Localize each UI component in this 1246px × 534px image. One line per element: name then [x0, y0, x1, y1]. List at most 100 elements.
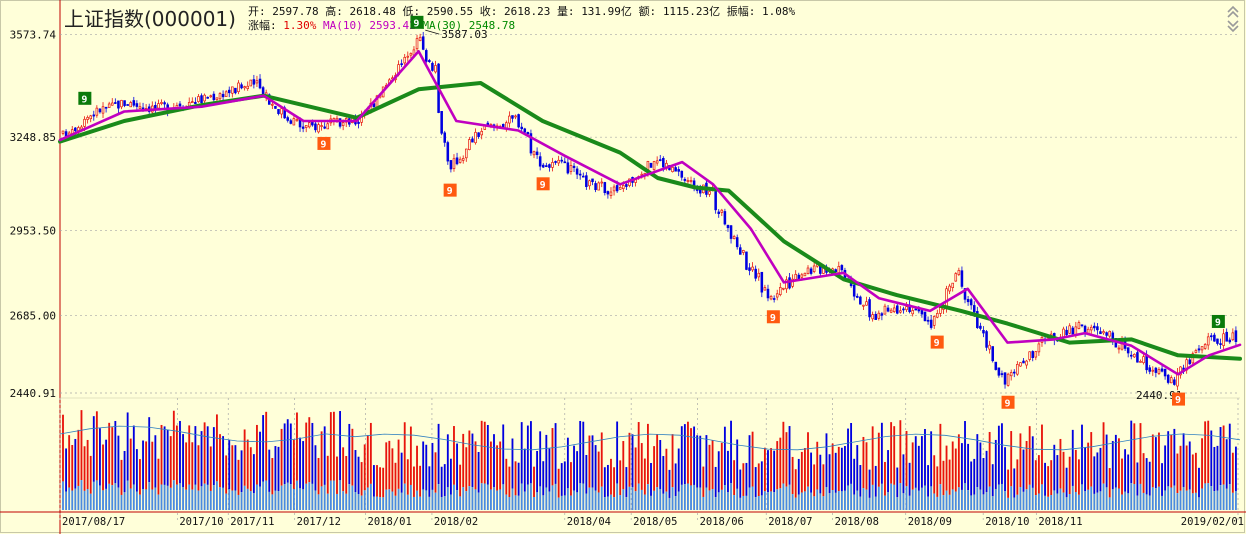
candle-up	[948, 285, 951, 292]
volume-bar-base	[363, 490, 366, 510]
volume-bar	[942, 460, 945, 496]
volume-bar-base	[1222, 484, 1225, 510]
volume-bar-base	[862, 488, 865, 510]
volume-bar	[1037, 455, 1040, 494]
volume-bar	[234, 445, 237, 491]
volume-bar	[145, 441, 148, 490]
volume-bar-base	[680, 484, 683, 510]
volume-bar-base	[914, 487, 917, 510]
volume-bar-base	[268, 491, 271, 510]
candle-down	[141, 107, 145, 110]
candle-down	[74, 127, 77, 132]
td-signal-label: 9	[540, 180, 546, 191]
volume-bar-base	[785, 486, 788, 510]
volume-bar-base	[668, 497, 671, 510]
candle-down	[424, 50, 428, 62]
volume-bar	[1191, 454, 1194, 494]
volume-bar-base	[819, 493, 822, 510]
volume-bar-base	[720, 489, 723, 510]
candle-down	[914, 308, 918, 311]
candle-down	[625, 184, 628, 187]
volume-bar	[317, 457, 320, 495]
volume-bar-base	[939, 484, 942, 510]
volume-bar-base	[606, 496, 609, 510]
candle-down	[1129, 354, 1133, 357]
candle-down	[855, 295, 859, 298]
volume-bar	[828, 454, 831, 494]
candle-down	[991, 346, 994, 362]
volume-bar	[917, 445, 920, 491]
x-tick-label: 2018/10	[985, 516, 1029, 528]
volume-bar-base	[945, 490, 948, 510]
volume-bar-base	[1148, 495, 1151, 510]
volume-bar	[71, 444, 74, 491]
volume-bar	[539, 431, 542, 487]
volume-bar-base	[413, 496, 415, 510]
volume-bar-base	[646, 484, 649, 510]
volume-bar-base	[92, 481, 95, 510]
volume-bar	[573, 445, 575, 491]
volume-bar	[634, 447, 637, 492]
candle-up	[871, 314, 874, 320]
volume-bar	[508, 466, 511, 497]
candle-down	[1126, 347, 1130, 354]
candle-up	[951, 282, 954, 288]
candle-down	[221, 93, 225, 98]
volume-bar-base	[514, 495, 517, 510]
volume-bar	[456, 443, 458, 491]
volume-bar	[671, 434, 674, 488]
volume-bar	[763, 447, 766, 492]
candle-down	[471, 138, 474, 143]
x-tick-label: 2018/04	[567, 516, 611, 528]
volume-bar	[659, 440, 662, 490]
volume-bar-base	[582, 483, 585, 510]
candle-down	[1003, 372, 1007, 385]
volume-bar-base	[951, 489, 954, 510]
volume-bar	[696, 435, 699, 488]
candle-down	[440, 111, 443, 134]
volume-bar-base	[1191, 493, 1194, 510]
volume-bar-base	[394, 495, 397, 510]
volume-bar-base	[840, 491, 843, 510]
volume-bar-base	[877, 486, 880, 510]
volume-bar-base	[850, 483, 853, 510]
volume-bar-base	[1124, 491, 1127, 510]
volume-bar	[462, 433, 465, 488]
volume-bar	[142, 440, 144, 490]
candle-down	[126, 104, 129, 106]
volume-bar-base	[154, 487, 157, 510]
volume-bar-base	[520, 483, 523, 510]
volume-bar-base	[834, 492, 837, 510]
volume-bar-base	[1059, 488, 1062, 510]
candle-down	[572, 165, 576, 168]
candle-up	[954, 273, 958, 282]
candle-up	[209, 95, 213, 98]
volume-bar	[668, 469, 671, 498]
price-volume-chart[interactable]: 3573.74 3248.85 2953.50 2685.00 2440.91 2017/…	[0, 0, 1246, 534]
candle-up	[280, 108, 283, 115]
volume-bar	[120, 459, 123, 495]
volume-bar-base	[1077, 494, 1080, 510]
volume-bar-base	[508, 496, 511, 510]
volume-bar-base	[139, 494, 141, 510]
volume-bar-base	[696, 487, 699, 510]
volume-bar	[382, 467, 385, 498]
candle-up	[308, 122, 311, 128]
volume-bar	[360, 462, 363, 496]
volume-bar-base	[388, 489, 391, 510]
volume-bar	[902, 454, 905, 494]
x-tick-label: 2017/10	[179, 516, 223, 528]
volume-bar	[834, 452, 837, 493]
candle-up	[434, 65, 437, 73]
volume-bar	[1059, 438, 1062, 489]
candle-up	[468, 139, 471, 150]
volume-bar	[1164, 445, 1167, 491]
volume-bar-base	[234, 490, 237, 510]
volume-bar-base	[936, 496, 939, 510]
volume-bar	[643, 458, 646, 495]
ma10-line	[58, 50, 1242, 376]
volume-bar	[345, 456, 348, 494]
volume-bar-base	[360, 495, 363, 510]
candle-up	[129, 102, 133, 108]
volume-bar-base	[431, 489, 434, 510]
